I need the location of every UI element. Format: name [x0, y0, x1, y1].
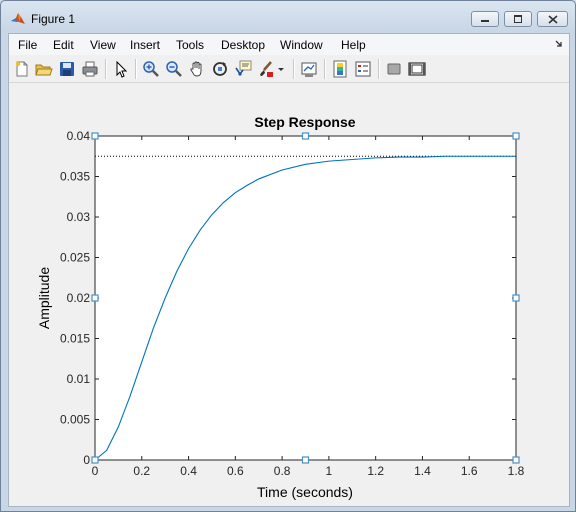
x-tick-label: 1.8	[508, 464, 525, 478]
figure-client-area: File Edit View Insert Tools Desktop Wind…	[8, 33, 570, 507]
open-file-icon[interactable]	[35, 60, 53, 78]
y-tick-label: 0.035	[60, 170, 90, 184]
x-tick-label: 0.4	[180, 464, 197, 478]
hide-plot-tools-icon[interactable]	[385, 60, 403, 78]
pan-icon[interactable]	[188, 60, 206, 78]
menu-desktop[interactable]: Desktop	[221, 38, 265, 52]
x-tick-label: 0.2	[133, 464, 150, 478]
minimize-icon	[481, 20, 489, 22]
edit-plot-icon[interactable]	[112, 60, 130, 78]
close-icon	[547, 14, 558, 24]
selection-handle[interactable]	[301, 132, 310, 140]
x-tick-label: 1.4	[414, 464, 431, 478]
y-tick-label: 0.04	[67, 129, 91, 143]
link-plot-icon[interactable]	[300, 60, 318, 78]
x-tick-label: 0.8	[274, 464, 291, 478]
maximize-button[interactable]	[504, 11, 532, 27]
insert-colorbar-icon[interactable]	[331, 60, 349, 78]
x-axis-label: Time (seconds)	[257, 484, 353, 500]
menu-view[interactable]: View	[90, 38, 116, 52]
selection-handle[interactable]	[91, 132, 99, 140]
x-tick-label: 0	[92, 464, 99, 478]
x-tick-label: 1.6	[461, 464, 478, 478]
x-tick-label: 1.2	[367, 464, 384, 478]
minimize-button[interactable]	[471, 11, 499, 27]
selection-handle[interactable]	[512, 456, 520, 464]
chart-title: Step Response	[254, 114, 355, 130]
y-tick-label: 0	[83, 453, 90, 467]
selection-handle[interactable]	[91, 456, 99, 464]
dock-arrow-icon[interactable]	[555, 40, 563, 48]
menu-tools[interactable]: Tools	[176, 38, 204, 52]
insert-legend-icon[interactable]	[354, 60, 372, 78]
y-tick-label: 0.015	[60, 332, 90, 346]
menu-window[interactable]: Window	[280, 38, 323, 52]
step-response-chart[interactable]: 0 0.2 0.4 0.6 0.8 1 1.2 1.4 1.6 1.8 0 0.005 0.01 0.01…	[9, 83, 569, 506]
title-bar[interactable]: Figure 1	[1, 1, 575, 33]
selection-handle[interactable]	[91, 294, 99, 302]
figure-canvas: 0 0.2 0.4 0.6 0.8 1 1.2 1.4 1.6 1.8 0 0.005 0.01 0.01…	[9, 83, 569, 506]
zoom-out-icon[interactable]	[165, 60, 183, 78]
y-tick-label: 0.03	[67, 210, 91, 224]
maximize-icon	[514, 15, 522, 23]
y-tick-label: 0.02	[67, 291, 91, 305]
x-tick-label: 0.6	[227, 464, 244, 478]
show-plot-tools-icon[interactable]	[408, 60, 426, 78]
menu-insert[interactable]: Insert	[130, 38, 160, 52]
selection-handle[interactable]	[301, 456, 310, 464]
close-button[interactable]	[537, 11, 568, 27]
menu-edit[interactable]: Edit	[53, 38, 74, 52]
y-tick-label: 0.01	[67, 372, 91, 386]
axes-background[interactable]	[95, 136, 516, 460]
menu-file[interactable]: File	[18, 38, 37, 52]
y-axis-label: Amplitude	[36, 267, 52, 329]
selection-handle[interactable]	[512, 294, 520, 302]
window-title: Figure 1	[31, 12, 76, 26]
rotate-3d-icon[interactable]	[211, 60, 229, 78]
new-figure-icon[interactable]	[13, 60, 31, 78]
x-tick-label: 1	[326, 464, 333, 478]
selection-handle[interactable]	[512, 132, 520, 140]
data-cursor-icon[interactable]	[234, 60, 252, 78]
y-tick-label: 0.025	[60, 251, 90, 265]
menu-help[interactable]: Help	[341, 38, 366, 52]
brush-icon[interactable]	[257, 60, 275, 78]
brush-dropdown-icon[interactable]	[277, 60, 285, 78]
y-tick-label: 0.005	[60, 413, 90, 427]
save-icon[interactable]	[58, 60, 76, 78]
matlab-logo-icon	[11, 13, 25, 24]
figure-window: Figure 1 File Edit View Insert Tools Des…	[0, 0, 576, 512]
figure-toolbar	[9, 56, 569, 83]
print-icon[interactable]	[81, 60, 99, 78]
menu-bar: File Edit View Insert Tools Desktop Wind…	[9, 34, 569, 55]
zoom-in-icon[interactable]	[142, 60, 160, 78]
